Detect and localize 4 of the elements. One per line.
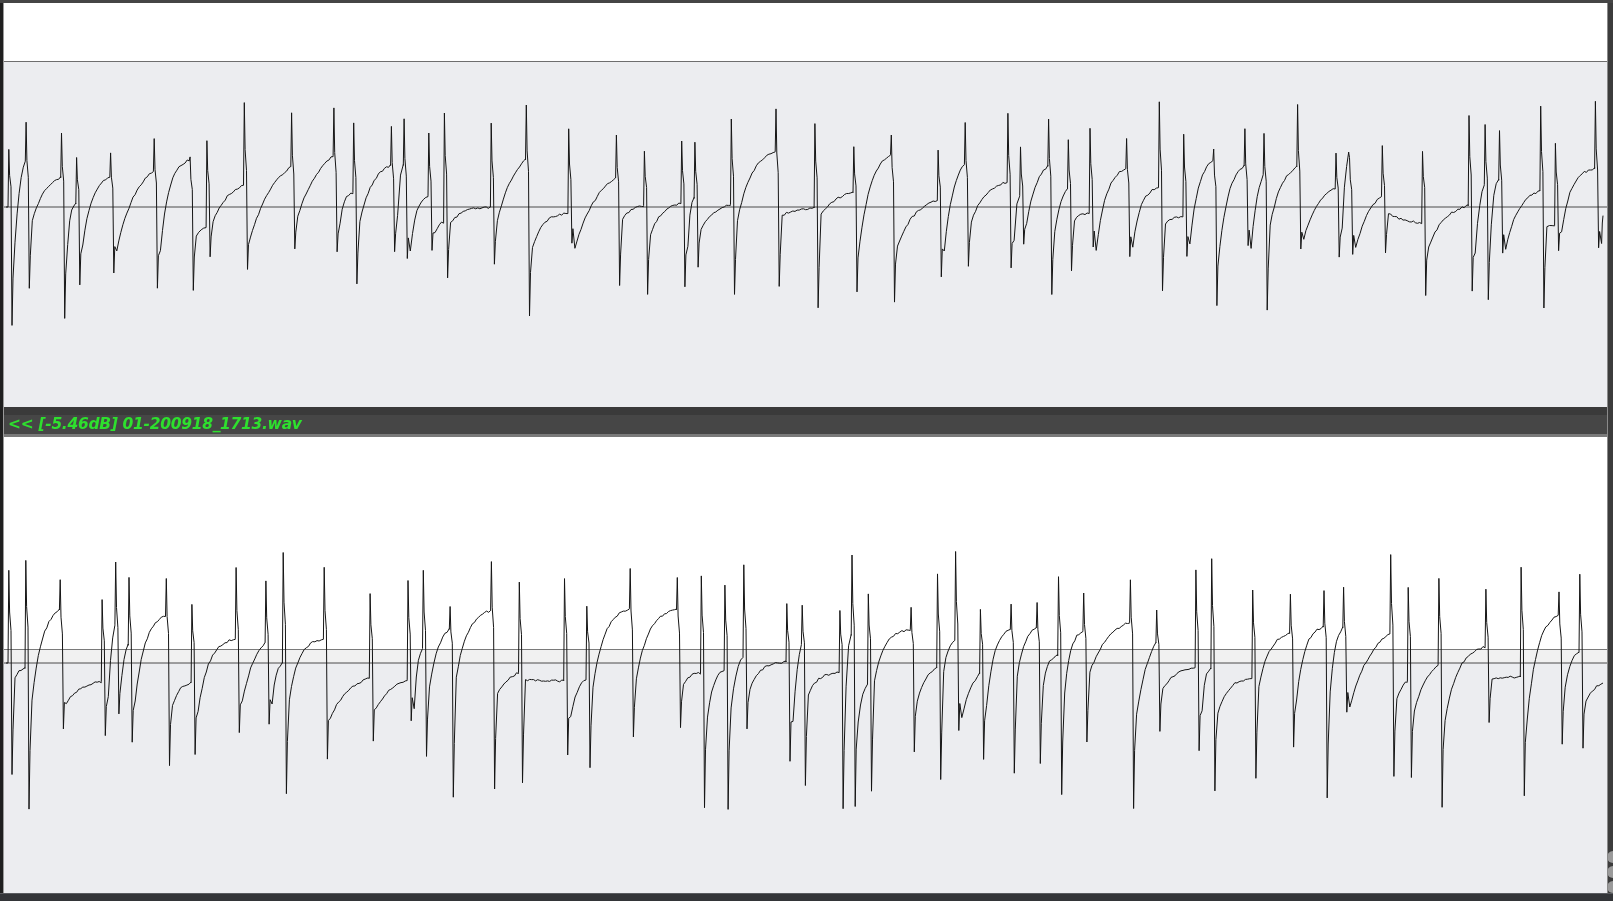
knob-icon[interactable] [1608,881,1613,893]
track-label: << [-5.46dB] 01-200918_1713.wav [8,415,302,434]
knob-icon[interactable] [1608,851,1613,863]
knob-icon[interactable] [1608,866,1613,878]
